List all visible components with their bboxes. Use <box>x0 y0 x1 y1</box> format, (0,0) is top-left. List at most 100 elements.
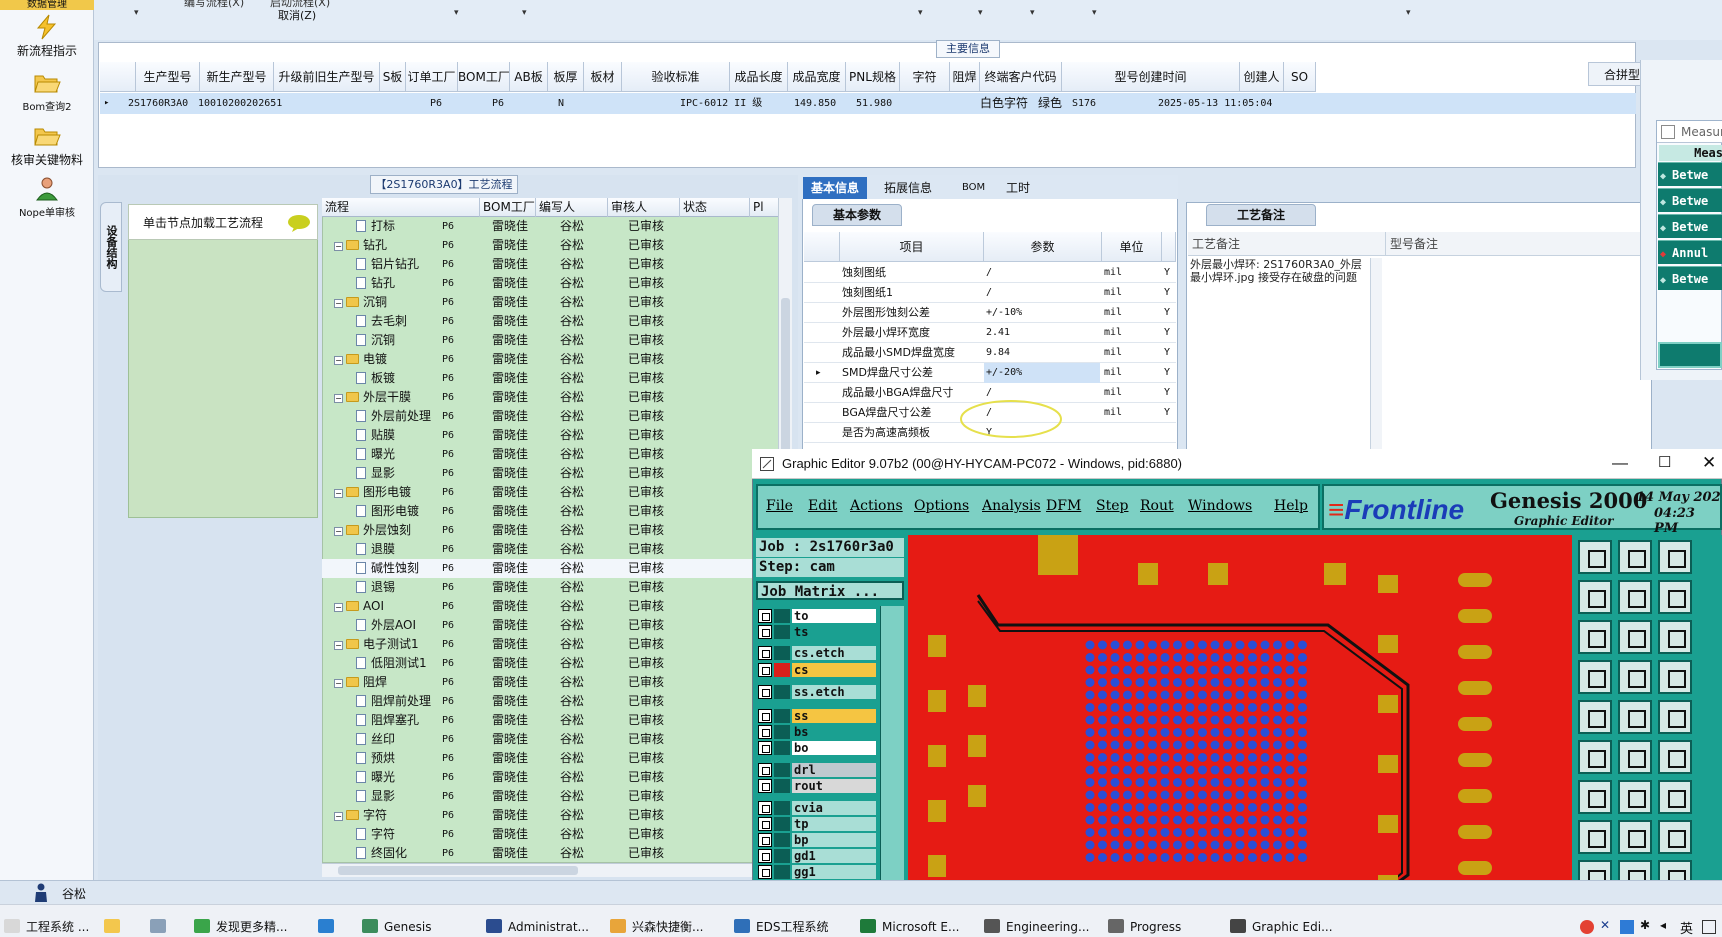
tool-button[interactable] <box>1618 700 1652 734</box>
tool-button[interactable] <box>1578 620 1612 654</box>
tree-node[interactable]: 显影 <box>356 464 395 483</box>
taskbar-item[interactable]: 兴森快捷衡... <box>610 918 703 937</box>
col-status[interactable]: 状态 <box>680 198 750 217</box>
tab-bom[interactable]: BOM <box>954 177 993 199</box>
main-col-header[interactable]: 验收标准 <box>622 62 730 92</box>
tree-row[interactable]: 丝印 P6 雷晓佳 谷松 已审核 <box>322 730 778 749</box>
collapse-icon[interactable]: − <box>334 527 343 536</box>
main-col-header[interactable]: 创建人 <box>1240 62 1284 92</box>
main-col-header[interactable]: 生产型号 <box>136 62 200 92</box>
dropdown-arrow-icon[interactable]: ▾ <box>1406 8 1411 18</box>
tree-row[interactable]: 退膜 P6 雷晓佳 谷松 已审核 <box>322 540 778 559</box>
layer-row[interactable]: gg1 <box>758 865 876 879</box>
tree-row[interactable]: − 外层干膜 P6 雷晓佳 谷松 已审核 <box>322 388 778 407</box>
tree-row[interactable]: 阻焊塞孔 P6 雷晓佳 谷松 已审核 <box>322 711 778 730</box>
col-item[interactable]: 项目 <box>840 232 984 262</box>
tree-node[interactable]: 字符 <box>356 825 395 844</box>
collapse-icon[interactable]: − <box>334 299 343 308</box>
tray-volume-icon[interactable]: ◂ <box>1660 918 1666 932</box>
taskbar-item[interactable]: Engineering... <box>984 918 1089 937</box>
tree-row[interactable]: − AOI P6 雷晓佳 谷松 已审核 <box>322 597 778 616</box>
main-col-header[interactable]: 成品宽度 <box>788 62 846 92</box>
side-tab-equipment[interactable]: 设备结构 <box>100 202 122 292</box>
main-col-header[interactable]: 型号创建时间 <box>1062 62 1240 92</box>
param-value[interactable]: +/-20% <box>984 363 1100 383</box>
tree-node[interactable]: − AOI <box>334 597 384 616</box>
tree-node[interactable]: − 图形电镀 <box>334 483 411 502</box>
taskbar-item[interactable] <box>318 918 340 937</box>
tree-node[interactable]: 去毛刺 <box>356 312 407 331</box>
tree-row[interactable]: 钻孔 P6 雷晓佳 谷松 已审核 <box>322 274 778 293</box>
tray-bluetooth-icon[interactable]: ✱ <box>1640 918 1650 932</box>
layer-checkbox[interactable] <box>758 801 772 815</box>
tool-button[interactable] <box>1618 580 1652 614</box>
tree-row[interactable]: 打标 P6 雷晓佳 谷松 已审核 <box>322 217 778 236</box>
param-row[interactable]: 成品最小SMD焊盘宽度 9.84 mil Y <box>804 343 1176 363</box>
tree-row[interactable]: − 外层蚀刻 P6 雷晓佳 谷松 已审核 <box>322 521 778 540</box>
menu-rout[interactable]: Rout <box>1140 498 1174 514</box>
main-col-header[interactable]: 板材 <box>584 62 622 92</box>
layer-row[interactable]: to <box>758 609 876 623</box>
main-col-header[interactable]: 订单工厂 <box>406 62 458 92</box>
tree-node[interactable]: 外层前处理 <box>356 407 431 426</box>
tree-node[interactable]: 预烘 <box>356 749 395 768</box>
main-col-header[interactable]: 升级前旧生产型号 <box>274 62 380 92</box>
flow-edit-label[interactable]: 编写流程(X) <box>184 0 244 10</box>
main-col-header[interactable]: 新生产型号 <box>200 62 274 92</box>
tree-node[interactable]: 板镀 <box>356 369 395 388</box>
menu-dfm[interactable]: DFM <box>1046 498 1081 514</box>
tree-row[interactable]: 铝片钻孔 P6 雷晓佳 谷松 已审核 <box>322 255 778 274</box>
tool-button[interactable] <box>1578 580 1612 614</box>
tool-button[interactable] <box>1578 780 1612 814</box>
layer-checkbox[interactable] <box>758 625 772 639</box>
tree-node[interactable]: 退锡 <box>356 578 395 597</box>
dropdown-arrow-icon[interactable]: ▾ <box>918 8 923 18</box>
tool-button[interactable] <box>1618 780 1652 814</box>
nope-review-button[interactable]: Nope单审核 <box>0 176 94 219</box>
layer-checkbox[interactable] <box>758 709 772 723</box>
process-note-text[interactable]: 外层最小焊环: 2S1760R3A0_外层最小焊环.jpg 接受存在破盘的问题 <box>1190 258 1370 318</box>
menu-analysis[interactable]: Analysis <box>982 498 1041 514</box>
job-matrix-button[interactable]: Job Matrix ... <box>756 581 904 600</box>
tree-node[interactable]: − 电子测试1 <box>334 635 419 654</box>
taskbar-item[interactable]: Microsoft E... <box>860 918 959 937</box>
layer-row[interactable]: rout <box>758 779 876 793</box>
main-col-header[interactable]: 字符 <box>900 62 950 92</box>
layer-checkbox[interactable] <box>758 833 772 847</box>
col-param[interactable]: 参数 <box>984 232 1102 262</box>
tab-basic-info[interactable]: 基本信息 <box>803 177 868 199</box>
collapse-icon[interactable]: − <box>334 489 343 498</box>
tool-button[interactable] <box>1578 660 1612 694</box>
tree-node[interactable]: 曝光 <box>356 445 395 464</box>
param-value[interactable]: +/-10% <box>984 303 1100 323</box>
tab-extended-info[interactable]: 拓展信息 <box>876 177 940 199</box>
layer-row[interactable]: cvia <box>758 801 876 815</box>
menu-help[interactable]: Help <box>1274 498 1308 514</box>
maximize-button[interactable]: ☐ <box>1658 448 1671 478</box>
taskbar-item[interactable]: EDS工程系统 <box>734 918 828 937</box>
col-flag[interactable] <box>1162 232 1176 262</box>
tool-button[interactable] <box>1578 820 1612 854</box>
menu-edit[interactable]: Edit <box>808 498 837 514</box>
tool-button[interactable] <box>1658 660 1692 694</box>
tree-row[interactable]: 曝光 P6 雷晓佳 谷松 已审核 <box>322 445 778 464</box>
taskbar-item[interactable]: Administrat... <box>486 918 589 937</box>
collapse-icon[interactable]: − <box>334 394 343 403</box>
tree-node[interactable]: − 电镀 <box>334 350 387 369</box>
tree-node[interactable]: 碱性蚀刻 <box>356 559 419 578</box>
tree-row[interactable]: 曝光 P6 雷晓佳 谷松 已审核 <box>322 768 778 787</box>
measure-row[interactable]: ◆ Betwe <box>1658 162 1722 186</box>
tree-row[interactable]: 沉铜 P6 雷晓佳 谷松 已审核 <box>322 331 778 350</box>
tree-node[interactable]: − 沉铜 <box>334 293 387 312</box>
tree-row[interactable]: − 钻孔 P6 雷晓佳 谷松 已审核 <box>322 236 778 255</box>
taskbar-item[interactable]: 工程系统 ... <box>4 918 89 937</box>
param-row[interactable]: ▸ SMD焊盘尺寸公差 +/-20% mil Y <box>804 363 1176 383</box>
param-row[interactable]: 外层图形蚀刻公差 +/-10% mil Y <box>804 303 1176 323</box>
measure-row[interactable]: ◆ Annul <box>1658 240 1722 264</box>
tab-work-hours[interactable]: 工时 <box>998 177 1038 199</box>
tree-node[interactable]: 终固化 <box>356 844 407 863</box>
tree-node[interactable]: 丝印 <box>356 730 395 749</box>
dropdown-arrow-icon[interactable]: ▾ <box>1030 8 1035 18</box>
tree-row[interactable]: − 阻焊 P6 雷晓佳 谷松 已审核 <box>322 673 778 692</box>
taskbar-item[interactable] <box>104 918 126 937</box>
